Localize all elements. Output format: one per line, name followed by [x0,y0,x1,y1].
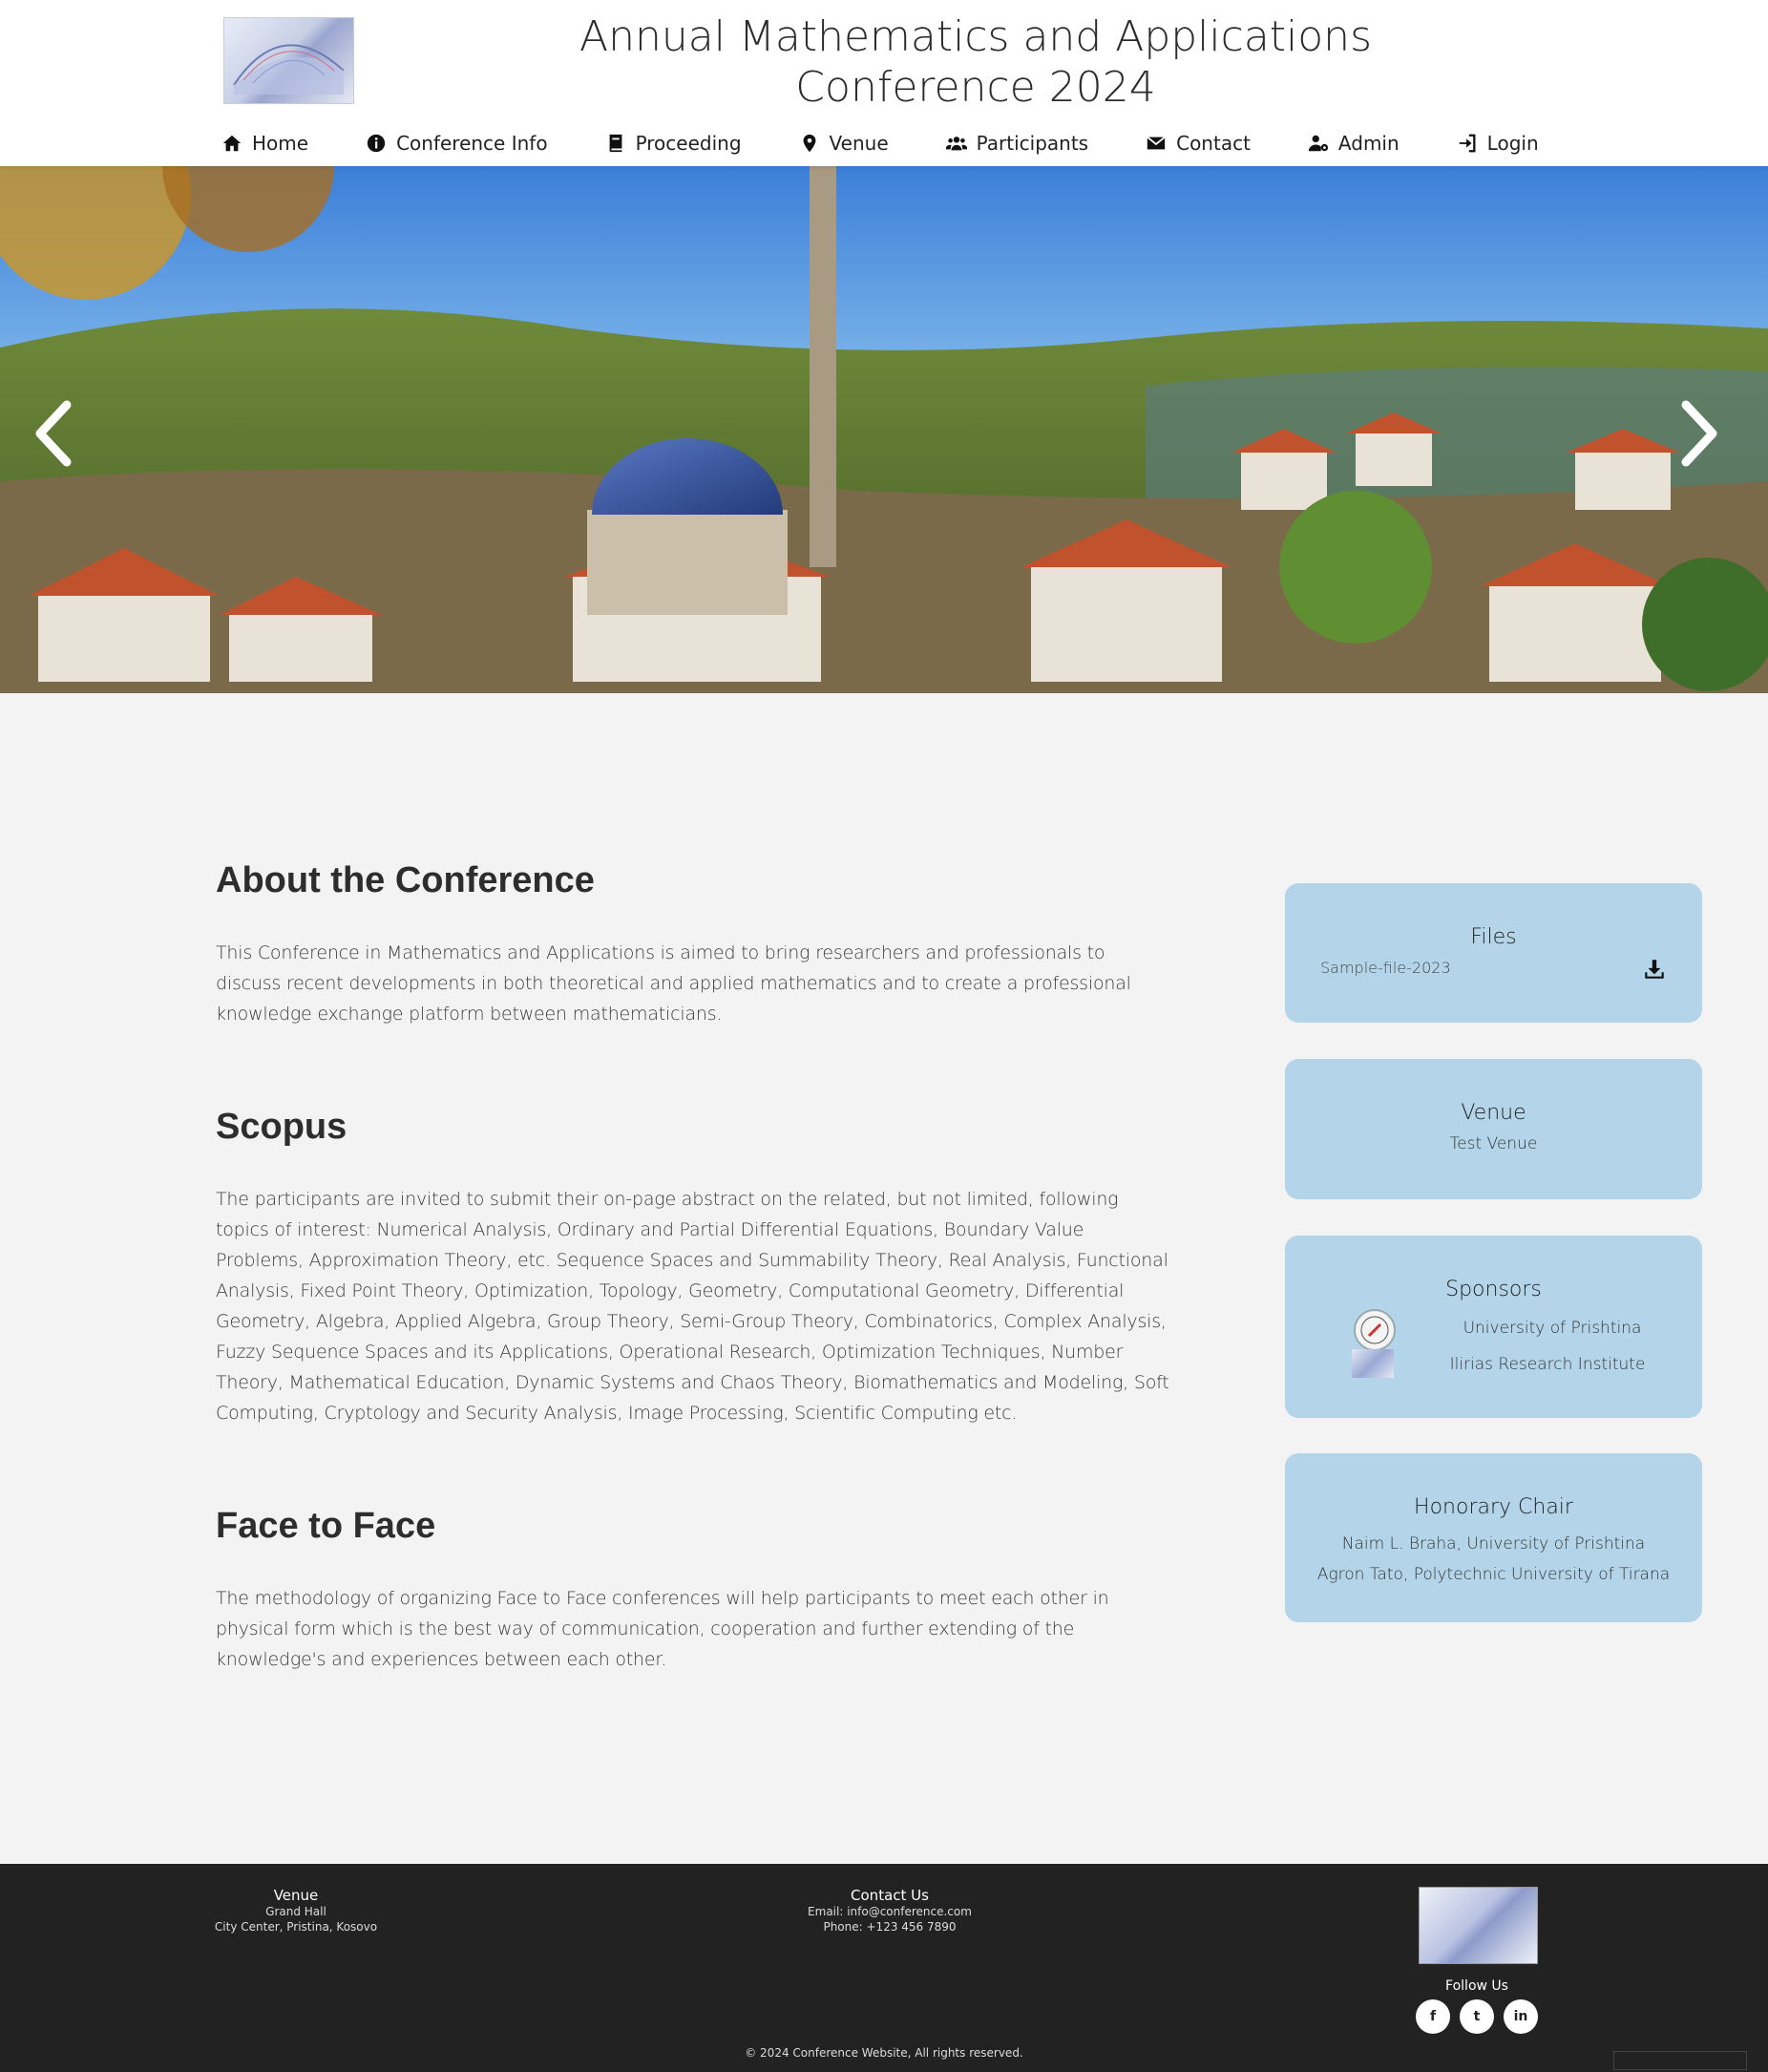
user-cog-icon [1308,135,1329,152]
nav-home-label: Home [252,132,309,155]
site-title-line1: Annual Mathematics and Applications [579,12,1372,61]
face-title: Face to Face [216,1506,436,1546]
footer-contact-phone: Phone: +123 456 7890 [823,1920,957,1934]
footer-contact-email[interactable]: Email: info@conference.com [794,1904,985,1919]
files-card: Files Sample-file-2023 [1285,883,1702,1023]
info-icon [367,134,386,153]
sponsor-item[interactable]: Ilirias Research Institute [1423,1355,1672,1374]
book-icon [609,134,621,153]
main-nav: Home Conference Info Proceeding Venue Pa… [221,126,1596,160]
nav-admin-label: Admin [1337,132,1400,155]
home-icon [222,135,242,152]
envelope-icon [1147,136,1166,150]
broken-image-placeholder [1613,2051,1747,2070]
main-content: About the Conference This Conference in … [216,859,1170,1675]
users-icon [945,137,967,151]
footer-venue: Venue Grand Hall City Center, Pristina, … [200,1887,391,1935]
footer-venue-title: Venue [273,1887,319,1904]
chevron-right-icon [1681,400,1717,467]
map-pin-icon [803,134,815,153]
nav-venue-label: Venue [829,132,889,155]
carousel-prev-button[interactable] [27,395,84,472]
footer-copyright: © 2024 Conference Website, All rights re… [0,2045,1768,2061]
honorary-card-title: Honorary Chair [1414,1495,1573,1519]
nav-venue[interactable]: Venue [799,132,889,155]
honorary-chair-card: Honorary Chair Naim L. Braha, University… [1285,1453,1702,1622]
nav-home[interactable]: Home [221,132,308,155]
conference-logo[interactable] [223,17,354,104]
university-prishtina-logo [1354,1309,1396,1351]
nav-conference-info-label: Conference Info [396,132,548,155]
sponsors-card-title: Sponsors [1445,1278,1542,1301]
venue-card: Venue Test Venue [1285,1059,1702,1199]
nav-admin[interactable]: Admin [1308,132,1400,155]
face-text: The methodology of organizing Face to Fa… [216,1588,1109,1670]
footer-follow: Follow Us f t in [1375,1978,1579,2034]
scopus-text: The participants are invited to submit t… [216,1189,1169,1424]
honorary-person: Agron Tato, Polytechnic University of Ti… [1316,1565,1671,1584]
venue-card-title: Venue [1461,1101,1526,1125]
footer-logo [1419,1887,1538,1964]
footer-contact: Contact Us Email: info@conference.com Ph… [794,1887,985,1935]
site-title: Annual Mathematics and Applications Conf… [535,11,1417,113]
nav-participants-label: Participants [976,132,1089,155]
footer-venue-line: City Center, Pristina, Kosovo [214,1920,378,1934]
honorary-person: Naim L. Braha, University of Prishtina [1341,1534,1646,1554]
nav-conference-info[interactable]: Conference Info [366,132,548,155]
nav-login[interactable]: Login [1457,132,1539,155]
nav-participants[interactable]: Participants [945,132,1089,155]
site-footer: Venue Grand Hall City Center, Pristina, … [0,1864,1768,2072]
copyright-text: © 2024 Conference Website, All rights re… [745,2046,1023,2060]
file-link[interactable]: Sample-file-2023 [1320,959,1451,977]
hero-image [0,166,1768,693]
ilirias-logo [1352,1349,1394,1378]
nav-contact-label: Contact [1176,132,1251,155]
sponsor-item[interactable]: University of Prishtina [1428,1319,1676,1338]
sponsors-card: Sponsors University of Prishtina Ilirias… [1285,1236,1702,1418]
nav-proceeding[interactable]: Proceeding [605,132,742,155]
download-icon[interactable] [1642,957,1667,982]
files-card-title: Files [1470,925,1517,949]
site-title-line2: Conference 2024 [795,63,1156,112]
footer-venue-line: Grand Hall [265,1905,326,1918]
linkedin-icon[interactable]: in [1504,1999,1538,2034]
sponsors-list: University of Prishtina Ilirias Research… [1285,1301,1702,1378]
hero-carousel [0,166,1768,693]
file-row: Sample-file-2023 [1285,955,1702,983]
facebook-icon[interactable]: f [1416,1999,1450,2034]
login-icon [1459,134,1476,153]
nav-proceeding-label: Proceeding [635,132,742,155]
venue-card-name: Test Venue [1449,1134,1538,1153]
twitter-icon[interactable]: t [1460,1999,1494,2034]
nav-login-label: Login [1486,132,1539,155]
nav-contact[interactable]: Contact [1146,132,1251,155]
about-text: This Conference in Mathematics and Appli… [216,942,1131,1025]
scopus-title: Scopus [216,1107,347,1147]
carousel-next-button[interactable] [1669,395,1726,472]
footer-contact-title: Contact Us [851,1887,929,1904]
about-title: About the Conference [216,860,595,900]
site-header: Annual Mathematics and Applications Conf… [0,0,1768,166]
chevron-left-icon [35,400,72,467]
footer-follow-title: Follow Us [1445,1978,1508,1994]
